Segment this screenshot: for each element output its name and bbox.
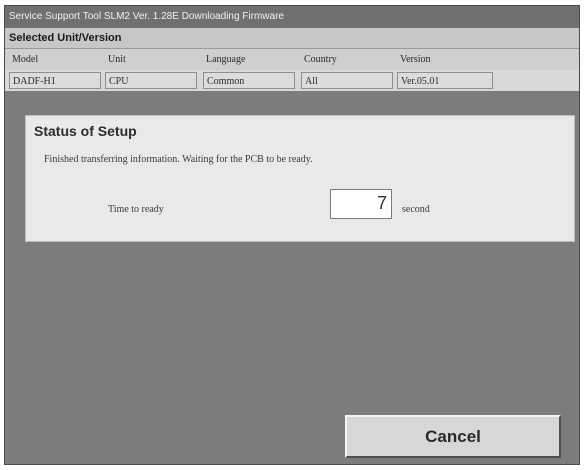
status-of-setup-panel: Status of Setup Finished transferring in… <box>25 115 575 242</box>
seconds-unit-label: second <box>402 204 430 215</box>
column-header-unit: Unit <box>108 54 126 65</box>
cancel-button[interactable]: Cancel <box>345 415 561 458</box>
column-header-language: Language <box>206 54 246 65</box>
language-value: Common <box>203 72 295 89</box>
time-to-ready-field: 7 <box>330 189 392 219</box>
selected-unit-version-heading: Selected Unit/Version <box>5 28 579 49</box>
status-title: Status of Setup <box>34 123 137 139</box>
grid-header-row: Model Unit Language Country Version <box>5 49 579 70</box>
window-title: Service Support Tool SLM2 Ver. 1.28E Dow… <box>5 6 579 28</box>
selected-unit-grid: Model Unit Language Country Version DADF… <box>5 49 579 91</box>
downloading-firmware-window: Service Support Tool SLM2 Ver. 1.28E Dow… <box>4 5 580 465</box>
column-header-version: Version <box>400 54 431 65</box>
time-to-ready-label: Time to ready <box>108 204 164 215</box>
column-header-country: Country <box>304 54 337 65</box>
version-value: Ver.05.01 <box>397 72 493 89</box>
country-value: All <box>301 72 393 89</box>
grid-value-row: DADF-H1 CPU Common All Ver.05.01 <box>5 70 579 91</box>
unit-value: CPU <box>105 72 197 89</box>
column-header-model: Model <box>12 54 39 65</box>
model-value: DADF-H1 <box>9 72 101 89</box>
status-message: Finished transferring information. Waiti… <box>44 154 313 165</box>
